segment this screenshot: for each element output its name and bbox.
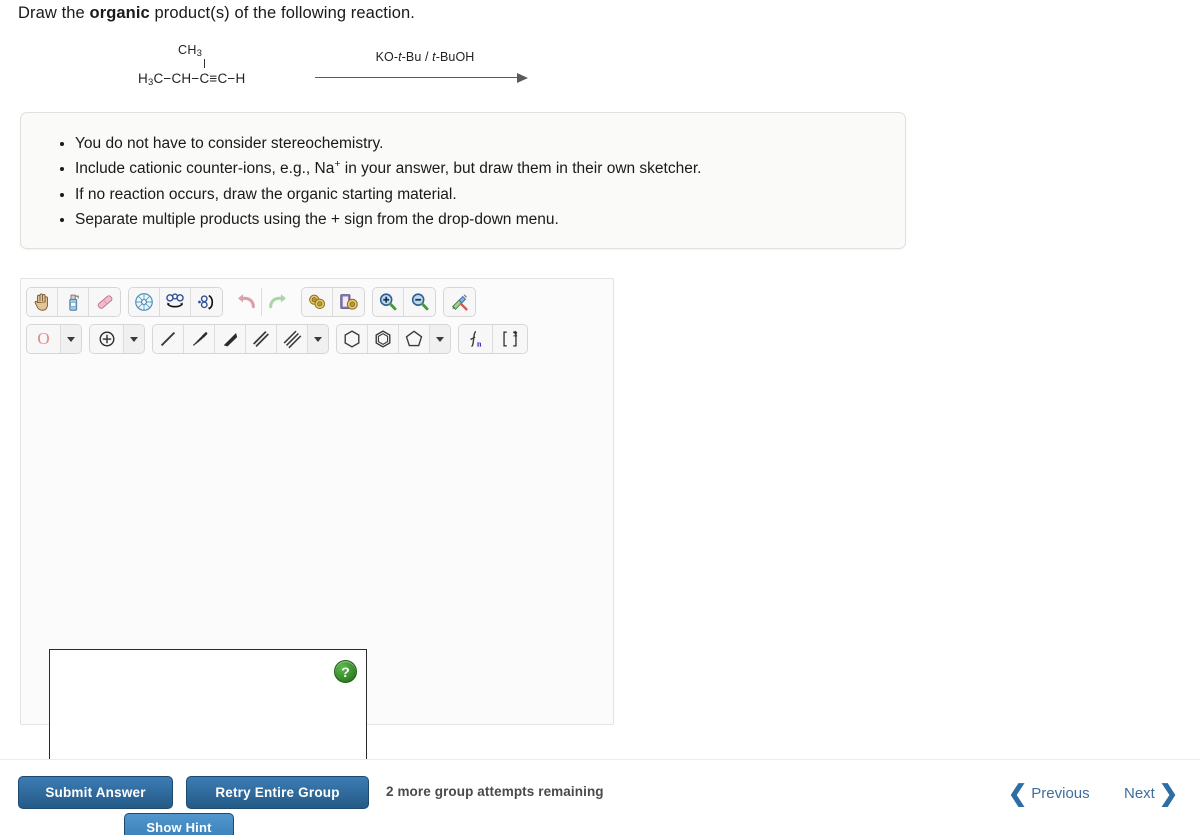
toolgroup-history <box>230 287 294 317</box>
chemdoodle-sketcher: O n ? <box>20 278 614 835</box>
toolgroup-clean <box>443 287 476 317</box>
undo-icon[interactable] <box>231 288 262 316</box>
hand-pan-icon[interactable] <box>27 288 58 316</box>
chain-text-2: C−CH−C≡C−H <box>153 70 246 86</box>
submit-answer-button[interactable]: Submit Answer <box>18 776 173 809</box>
list-item: Include cationic counter-ions, e.g., Na+… <box>75 156 885 181</box>
chevron-down-icon[interactable] <box>308 325 328 353</box>
toolgroup-zoom <box>372 287 436 317</box>
note-pre: Include cationic counter-ions, e.g., Na <box>75 160 335 178</box>
clean-structure-icon[interactable] <box>444 288 475 316</box>
caret-shape <box>314 336 322 342</box>
double-bond-icon[interactable] <box>246 325 277 353</box>
next-nav-button[interactable]: Next ❯ <box>1124 782 1178 805</box>
retry-entire-group-button[interactable]: Retry Entire Group <box>186 776 369 809</box>
methyl-substituent-label: CH3 <box>178 44 245 59</box>
redo-icon[interactable] <box>262 288 293 316</box>
sketcher-toolbar-row-2: O n <box>21 322 613 356</box>
reagent-part-c: -BuOH <box>435 50 475 64</box>
center-molecule-icon[interactable] <box>129 288 160 316</box>
chevron-left-icon: ❮ <box>1008 780 1028 806</box>
svg-text:n: n <box>476 339 481 348</box>
prompt-text-after: product(s) of the following reaction. <box>149 4 415 22</box>
instructions-box: You do not have to consider stereochemis… <box>20 112 906 250</box>
hashed-wedge-bond-icon[interactable] <box>184 325 215 353</box>
flip-vertical-icon[interactable] <box>191 288 222 316</box>
list-item: You do not have to consider stereochemis… <box>75 131 885 156</box>
show-hint-button[interactable]: Show Hint <box>124 813 234 835</box>
substituent-text: CH <box>178 43 197 57</box>
bond-tick <box>204 59 205 68</box>
toolgroup-atom-label: O <box>26 324 82 354</box>
chain-text-1: H <box>138 70 148 86</box>
triple-bond-icon[interactable] <box>277 325 308 353</box>
solid-wedge-bond-icon[interactable] <box>215 325 246 353</box>
toolgroup-bonds <box>152 324 329 354</box>
prompt-emphasis: organic <box>89 4 150 22</box>
caret-shape <box>130 336 138 342</box>
zoom-out-icon[interactable] <box>404 288 435 316</box>
toolgroup-clipboard <box>301 287 365 317</box>
page-title: Draw the organic product(s) of the follo… <box>18 4 415 23</box>
reagent-label: KO-t-Bu / t-BuOH <box>315 50 535 64</box>
cyclohexane-ring-icon[interactable] <box>337 325 368 353</box>
reaction-scheme: CH3 H3C−CH−C≡C−H KO-t-Bu / t-BuOH <box>0 44 620 100</box>
previous-nav-button[interactable]: ❮ Previous <box>1008 782 1090 805</box>
flip-horizontal-icon[interactable] <box>160 288 191 316</box>
list-item: Separate multiple products using the + s… <box>75 207 885 232</box>
paste-icon[interactable] <box>333 288 364 316</box>
benzene-ring-icon[interactable] <box>368 325 399 353</box>
single-bond-icon[interactable] <box>153 325 184 353</box>
toolgroup-rings <box>336 324 451 354</box>
zoom-in-icon[interactable] <box>373 288 404 316</box>
toolgroup-transform <box>128 287 223 317</box>
toolgroup-advanced: n <box>458 324 528 354</box>
sketcher-toolbar-row-1 <box>21 285 613 319</box>
toolgroup-charge <box>89 324 145 354</box>
copy-icon[interactable] <box>302 288 333 316</box>
eraser-icon[interactable] <box>89 288 120 316</box>
toolgroup-view <box>26 287 121 317</box>
main-chain-label: H3C−CH−C≡C−H <box>138 70 246 88</box>
atom-label-text: O <box>37 329 50 348</box>
previous-label: Previous <box>1031 785 1090 802</box>
charge-icon[interactable] <box>90 325 124 353</box>
instructions-list: You do not have to consider stereochemis… <box>41 131 885 232</box>
exercise-page: Draw the organic product(s) of the follo… <box>0 0 1200 835</box>
next-label: Next <box>1124 785 1155 802</box>
chevron-down-icon[interactable] <box>430 325 450 353</box>
footer-bar: Submit Answer Retry Entire Group Show Hi… <box>0 759 1200 835</box>
reaction-arrow-group: KO-t-Bu / t-BuOH <box>315 50 535 83</box>
reagent-part-b: -Bu / <box>401 50 433 64</box>
chevron-down-icon[interactable] <box>124 325 144 353</box>
reagent-part-a: KO- <box>375 50 399 64</box>
note-post: in your answer, but draw them in their o… <box>340 160 702 178</box>
prompt-text-before: Draw the <box>18 4 90 22</box>
reaction-arrow-icon <box>315 73 535 83</box>
repeat-unit-icon[interactable]: n <box>459 325 493 353</box>
chevron-down-icon[interactable] <box>61 325 81 353</box>
bracket-charge-icon[interactable] <box>493 325 527 353</box>
substituent-subscript: 3 <box>196 48 203 59</box>
chevron-right-icon: ❯ <box>1158 780 1179 806</box>
caret-shape <box>436 336 444 342</box>
cyclopentane-ring-icon[interactable] <box>399 325 430 353</box>
caret-shape <box>67 336 75 342</box>
list-item: If no reaction occurs, draw the organic … <box>75 182 885 207</box>
attempts-remaining-text: 2 more group attempts remaining <box>386 784 604 799</box>
atom-label-icon[interactable]: O <box>27 325 61 353</box>
help-icon[interactable]: ? <box>334 660 357 683</box>
eraser-spray-icon[interactable] <box>58 288 89 316</box>
starting-material-structure: CH3 H3C−CH−C≡C−H <box>138 44 245 87</box>
